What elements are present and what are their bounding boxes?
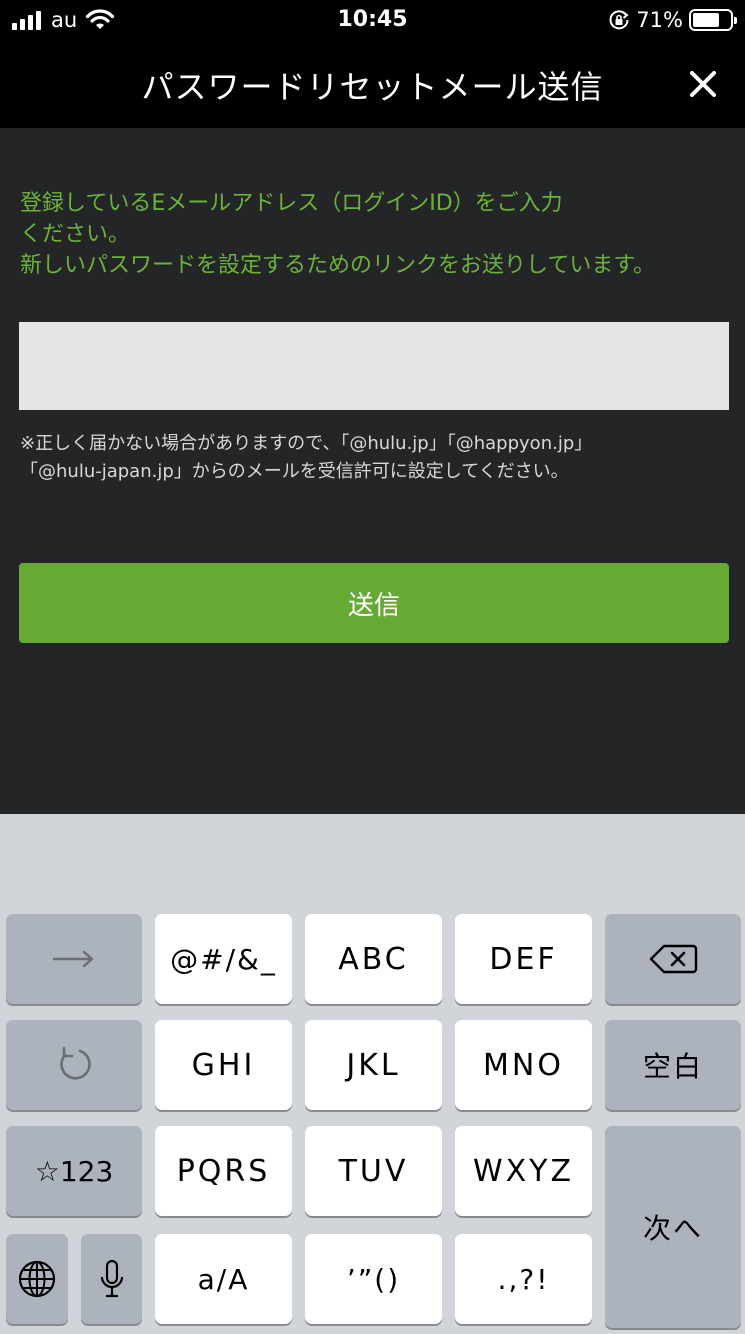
key-label: ABC <box>338 941 409 977</box>
key-jkl[interactable]: JKL <box>305 1020 442 1110</box>
close-icon <box>690 71 716 97</box>
battery-level <box>693 13 719 27</box>
key-backspace[interactable] <box>605 914 741 1004</box>
page-title: パスワードリセットメール送信 <box>141 68 604 106</box>
email-input[interactable] <box>19 322 729 410</box>
battery-percent: 71% <box>636 8 683 32</box>
key-tuv[interactable]: TUV <box>305 1126 442 1216</box>
instruction-line: 登録しているEメールアドレス（ログインID）をご入力 <box>20 191 563 216</box>
key-quotes[interactable]: ’”() <box>305 1234 442 1324</box>
key-undo[interactable] <box>6 1020 142 1110</box>
key-label: TUV <box>338 1153 409 1189</box>
key-symbols[interactable]: @#/&_ <box>155 914 292 1004</box>
key-space[interactable]: 空白 <box>605 1020 741 1110</box>
key-label: @#/&_ <box>170 942 277 976</box>
key-label: WXYZ <box>472 1153 575 1189</box>
key-label: MNO <box>483 1047 564 1083</box>
nav-header: パスワードリセットメール送信 <box>0 42 745 128</box>
key-mno[interactable]: MNO <box>455 1020 592 1110</box>
instruction-text: 登録しているEメールアドレス（ログインID）をご入力 ください。 新しいパスワー… <box>20 188 730 281</box>
key-pqrs[interactable]: PQRS <box>155 1126 292 1216</box>
arrow-right-icon <box>52 950 94 968</box>
key-label: ’”() <box>346 1262 401 1296</box>
undo-icon <box>60 1046 91 1080</box>
instruction-line: 新しいパスワードを設定するためのリンクをお送りしています。 <box>20 253 656 278</box>
key-label: ☆123 <box>34 1154 114 1188</box>
note-line: ※正しく届かない場合がありますので、「@hulu.jp」「@happyon.jp… <box>20 433 593 454</box>
key-label: JKL <box>346 1047 401 1083</box>
key-arrow-right[interactable] <box>6 914 142 1004</box>
battery-icon <box>689 9 737 31</box>
status-bar: au 10:45 71% <box>0 0 745 42</box>
status-right: 71% <box>608 8 737 32</box>
key-label: 空白 <box>642 1050 703 1083</box>
key-wxyz[interactable]: WXYZ <box>455 1126 592 1216</box>
keyboard: @#/&_ ABC DEF GHI JKL MNO 空白 ☆123 PQRS T… <box>0 814 745 1334</box>
send-button[interactable]: 送信 <box>19 563 729 643</box>
globe-icon <box>18 1260 56 1298</box>
delete-backspace-icon <box>649 944 698 974</box>
key-label: 次へ <box>642 1212 703 1245</box>
key-label: .,?! <box>497 1262 550 1296</box>
microphone-icon <box>100 1259 123 1298</box>
instruction-line: ください。 <box>20 222 131 247</box>
key-punctuation[interactable]: .,?! <box>455 1234 592 1324</box>
battery-cap <box>734 17 737 24</box>
key-def[interactable]: DEF <box>455 914 592 1004</box>
key-label: GHI <box>191 1047 256 1083</box>
key-ghi[interactable]: GHI <box>155 1020 292 1110</box>
note-line: 「@hulu-japan.jp」からのメールを受信許可に設定してください。 <box>20 461 569 482</box>
delivery-note: ※正しく届かない場合がありますので、「@hulu.jp」「@happyon.jp… <box>20 430 740 486</box>
orientation-lock-icon <box>609 10 629 30</box>
close-button[interactable] <box>683 64 723 104</box>
key-label: PQRS <box>176 1153 271 1189</box>
key-numbers[interactable]: ☆123 <box>6 1126 142 1216</box>
key-label: a/A <box>197 1262 250 1296</box>
key-case-toggle[interactable]: a/A <box>155 1234 292 1324</box>
key-dictation[interactable] <box>81 1234 142 1324</box>
key-globe[interactable] <box>6 1234 68 1324</box>
key-label: DEF <box>489 941 558 977</box>
key-next[interactable]: 次へ <box>605 1126 741 1328</box>
key-abc[interactable]: ABC <box>305 914 442 1004</box>
